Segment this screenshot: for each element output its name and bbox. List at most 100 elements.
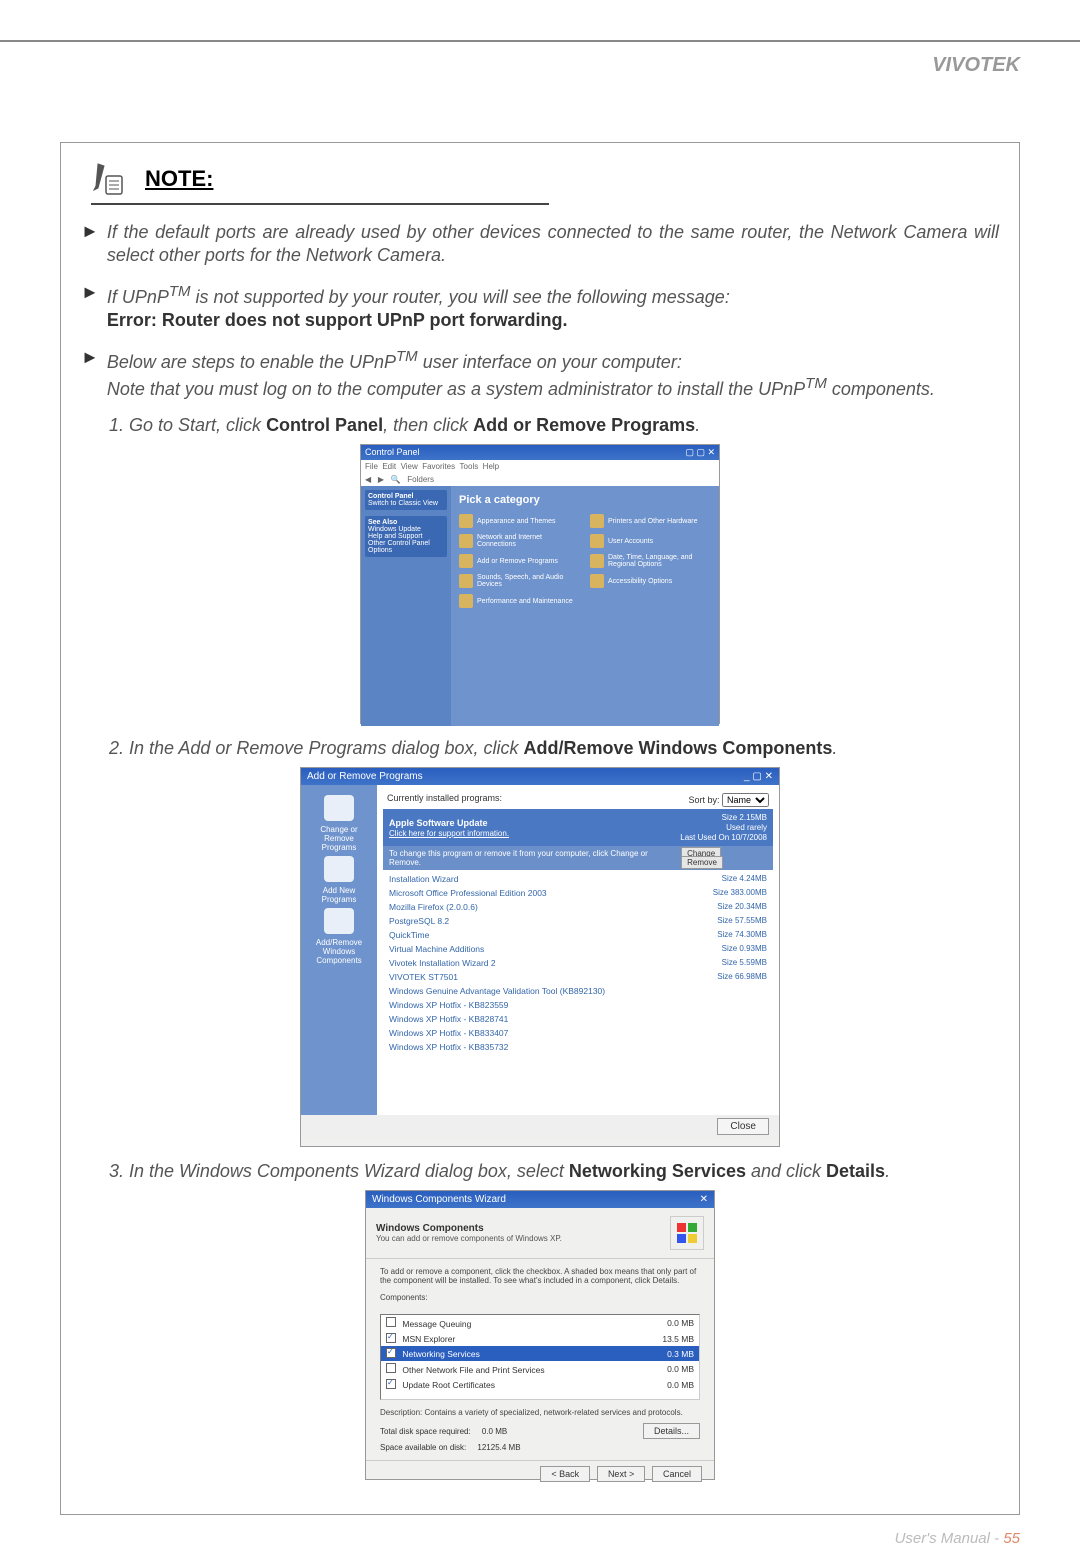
arp-list-item: Installation Wizard Size 4.24MB <box>383 872 773 886</box>
wcw-back-button[interactable]: < Back <box>540 1466 590 1482</box>
windows-logo-icon <box>670 1216 704 1250</box>
arp-item-name: Installation Wizard <box>389 874 458 884</box>
bullet-2a: If UPnP <box>107 287 169 307</box>
add-new-icon <box>324 856 354 882</box>
arp-item-size: Size 57.55MB <box>717 916 767 926</box>
arp-title: Add or Remove Programs <box>307 771 423 782</box>
note-title: NOTE: <box>145 166 213 192</box>
arp-item-size: Size 20.34MB <box>717 902 767 912</box>
step3-pre: 3. In the Windows Components Wizard dial… <box>109 1161 569 1181</box>
arp-side-1: Add New Programs <box>307 886 371 904</box>
add-remove-programs-screenshot: Add or Remove Programs_ ▢ ✕ Change or Re… <box>300 767 780 1147</box>
category-icon <box>590 554 604 568</box>
triangle-right-icon: ► <box>81 347 99 402</box>
wcw-item-size: 0.0 MB <box>667 1318 694 1328</box>
footer-page-number: 55 <box>1003 1530 1020 1547</box>
arp-item-size: Size 74.30MB <box>717 930 767 940</box>
arp-item-name: Vivotek Installation Wizard 2 <box>389 958 496 968</box>
arp-list-item: Microsoft Office Professional Edition 20… <box>383 886 773 900</box>
arp-close-button[interactable]: Close <box>717 1118 769 1135</box>
checkbox-icon[interactable] <box>386 1348 396 1358</box>
cp-side-0: Control Panel <box>368 493 414 500</box>
arp-item-name: Microsoft Office Professional Edition 20… <box>389 888 547 898</box>
wcw-title: Windows Components Wizard <box>372 1194 506 1205</box>
wcw-comp-label: Components: <box>366 1293 714 1310</box>
wcw-component-item[interactable]: Other Network File and Print Services0.0… <box>381 1361 699 1377</box>
arp-hl-lastused: Last Used On 10/7/2008 <box>680 833 767 843</box>
step1-b2: Add or Remove Programs <box>473 415 695 435</box>
cp-category-item: Appearance and Themes <box>459 514 580 528</box>
bullet-3: ► Below are steps to enable the UPnPTM u… <box>81 347 999 402</box>
arp-list-item: Windows XP Hotfix - KB833407 <box>383 1026 773 1040</box>
arp-side-2: Add/Remove Windows Components <box>307 938 371 965</box>
triangle-right-icon: ► <box>81 282 99 333</box>
step-3: 3. In the Windows Components Wizard dial… <box>109 1161 999 1182</box>
wcw-component-item[interactable]: MSN Explorer 13.5 MB <box>381 1331 699 1346</box>
bullet-1: ► If the default ports are already used … <box>81 221 999 268</box>
arp-list-item: Mozilla Firefox (2.0.0.6) Size 20.34MB <box>383 900 773 914</box>
arp-list-item: PostgreSQL 8.2 Size 57.55MB <box>383 914 773 928</box>
wcw-component-item[interactable]: Networking Services0.3 MB <box>381 1346 699 1361</box>
wcw-item-name: MSN Explorer <box>402 1334 455 1344</box>
bullet-2: ► If UPnPTM is not supported by your rou… <box>81 282 999 333</box>
arp-list-item: Windows XP Hotfix - KB835732 <box>383 1040 773 1054</box>
cp-menubar: File Edit View Favorites Tools Help <box>361 460 719 473</box>
bullet-2b: is not supported by your router, you wil… <box>191 287 730 307</box>
bullet-1-text: If the default ports are already used by… <box>107 221 999 268</box>
arp-remove-button[interactable]: Remove <box>681 856 723 869</box>
wcw-item-name: Networking Services <box>402 1349 479 1359</box>
cp-side-1: Switch to Classic View <box>368 500 438 507</box>
category-icon <box>590 514 604 528</box>
brand-label: VIVOTEK <box>932 54 1020 77</box>
arp-item-name: Windows XP Hotfix - KB833407 <box>389 1028 508 1038</box>
wcw-component-item[interactable]: Update Root Certificates0.0 MB <box>381 1377 699 1392</box>
step1-post: . <box>695 415 700 435</box>
checkbox-icon[interactable] <box>386 1333 396 1343</box>
step1-b1: Control Panel <box>266 415 383 435</box>
arp-item-name: QuickTime <box>389 930 429 940</box>
wcw-component-item[interactable]: Message Queuing0.0 MB <box>381 1315 699 1331</box>
bullet-2-text: If UPnPTM is not supported by your route… <box>107 282 730 333</box>
category-icon <box>459 534 473 548</box>
wcw-space2-v: 12125.4 MB <box>477 1443 520 1452</box>
category-icon <box>459 554 473 568</box>
note-box: NOTE: ► If the default ports are already… <box>60 142 1020 1515</box>
page-footer: User's Manual - 55 <box>895 1530 1020 1547</box>
arp-list-item: Windows Genuine Advantage Validation Too… <box>383 984 773 998</box>
checkbox-icon[interactable] <box>386 1317 396 1327</box>
category-label: Accessibility Options <box>608 578 672 585</box>
wcw-component-list[interactable]: Message Queuing0.0 MB MSN Explorer 13.5 M… <box>380 1314 700 1400</box>
arp-item-name: PostgreSQL 8.2 <box>389 916 449 926</box>
step3-mid: and click <box>746 1161 826 1181</box>
footer-label: User's Manual - <box>895 1530 1004 1547</box>
arp-hl-size: Size 2.15MB <box>680 813 767 823</box>
arp-item-size: Size 4.24MB <box>722 874 767 884</box>
checkbox-icon[interactable] <box>386 1363 396 1373</box>
wcw-details-button[interactable]: Details... <box>643 1423 700 1439</box>
cp-heading: Pick a category <box>459 494 711 506</box>
arp-list: Installation Wizard Size 4.24MB Microsoft … <box>383 870 773 1056</box>
wcw-item-size: 0.0 MB <box>667 1364 694 1374</box>
wcw-space1-v: 0.0 MB <box>482 1427 507 1436</box>
arp-sort-select[interactable]: Name <box>722 793 769 807</box>
step1-mid: , then click <box>383 415 473 435</box>
wcw-item-name: Update Root Certificates <box>402 1380 495 1390</box>
arp-currently: Currently installed programs: <box>387 793 502 803</box>
wcw-item-size: 13.5 MB <box>662 1334 694 1344</box>
category-label: Sounds, Speech, and Audio Devices <box>477 574 580 588</box>
error-line: Error: Router does not support UPnP port… <box>107 310 568 330</box>
windows-components-wizard-screenshot: Windows Components Wizard✕ Windows Compo… <box>365 1190 715 1480</box>
arp-list-item: Virtual Machine AdditionsSize 0.93MB <box>383 942 773 956</box>
cp-category-item: Performance and Maintenance <box>459 594 580 608</box>
wcw-instr: To add or remove a component, click the … <box>366 1259 714 1293</box>
arp-side-0: Change or Remove Programs <box>307 825 371 852</box>
pencil-note-icon <box>91 161 127 197</box>
checkbox-icon[interactable] <box>386 1379 396 1389</box>
arp-item-name: Mozilla Firefox (2.0.0.6) <box>389 902 478 912</box>
arp-item-name: Windows XP Hotfix - KB823559 <box>389 1000 508 1010</box>
category-label: User Accounts <box>608 538 653 545</box>
arp-hl-used: Used rarely <box>680 823 767 833</box>
arp-hl-name: Apple Software Update <box>389 818 488 828</box>
wcw-next-button[interactable]: Next > <box>597 1466 645 1482</box>
wcw-cancel-button[interactable]: Cancel <box>652 1466 702 1482</box>
